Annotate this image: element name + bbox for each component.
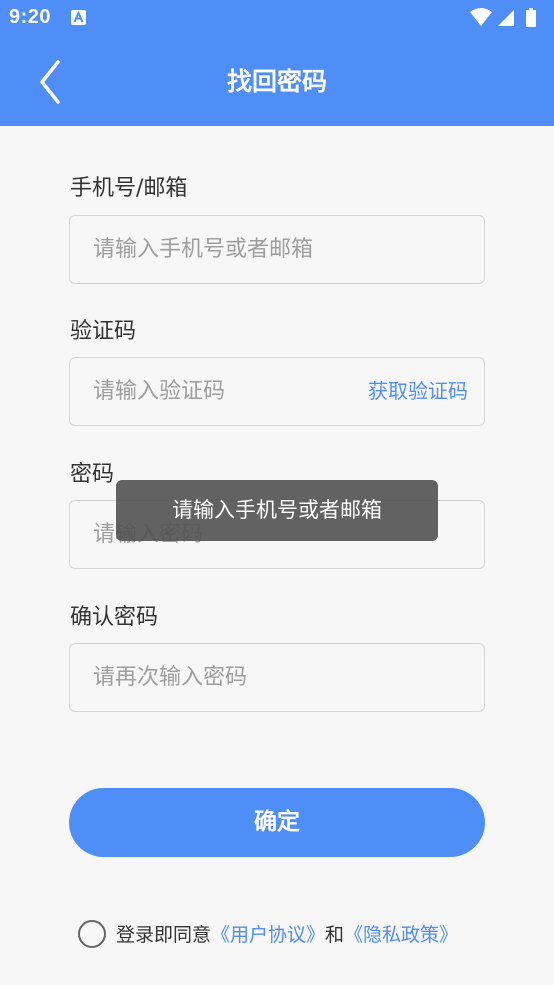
password-label: 密码 (70, 462, 115, 487)
agreement-checkbox[interactable] (78, 919, 106, 948)
app-header: 9:20 找回密码 (0, 0, 554, 126)
status-icons (470, 8, 544, 28)
account-field[interactable] (69, 215, 485, 284)
agreement-and: 和 (325, 924, 345, 946)
agreement-row: 登录即同意《用户协议》和《隐私政策》 (78, 919, 458, 951)
status-time: 9:20 (9, 6, 52, 28)
confirm-password-input[interactable] (93, 644, 353, 711)
confirm-password-field[interactable] (69, 643, 485, 712)
signal-icon (498, 10, 514, 26)
code-input[interactable] (93, 358, 343, 425)
status-bar: 9:20 (0, 0, 554, 38)
toast-message: 请输入手机号或者邮箱 (116, 480, 438, 541)
notification-a-icon (71, 10, 86, 25)
privacy-link[interactable]: 《隐私政策》 (344, 924, 458, 946)
page-title: 找回密码 (226, 67, 327, 96)
terms-link[interactable]: 《用户协议》 (211, 924, 325, 946)
wifi-icon (470, 8, 492, 26)
confirm-password-label: 确认密码 (70, 605, 159, 630)
account-input[interactable] (93, 216, 353, 283)
account-label: 手机号/邮箱 (70, 176, 188, 201)
agreement-prefix: 登录即同意 (116, 924, 212, 946)
code-label: 验证码 (70, 319, 137, 344)
confirm-button[interactable]: 确定 (69, 788, 485, 857)
code-field[interactable]: 获取验证码 (69, 357, 485, 426)
battery-icon (526, 8, 536, 27)
get-code-button[interactable]: 获取验证码 (368, 358, 468, 425)
